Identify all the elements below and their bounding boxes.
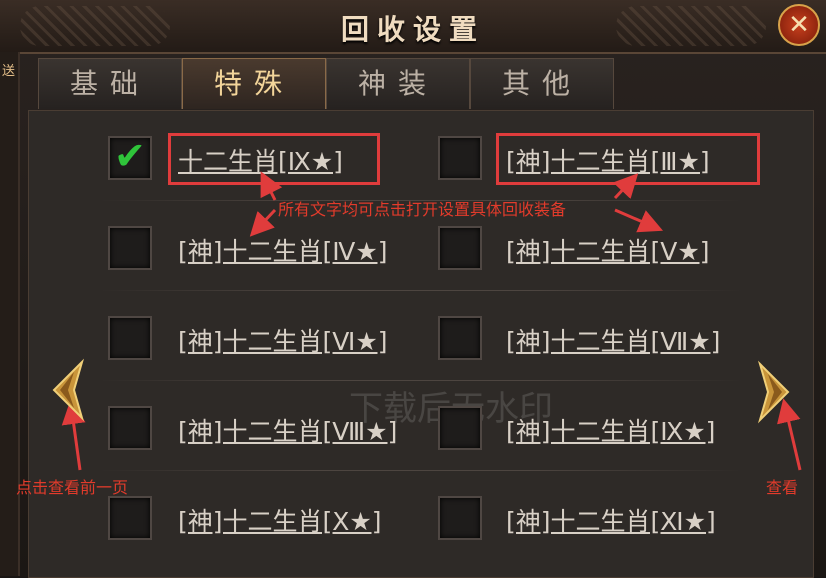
annotation-next-note: 查看 — [766, 478, 799, 497]
prev-page-button[interactable] — [48, 358, 88, 422]
next-page-button[interactable] — [754, 360, 794, 424]
gold-arrow-left-icon — [52, 358, 85, 422]
annotation-prev-note: 点击查看前一页 — [16, 478, 129, 497]
game-window: 回收设置 ✕ 送 基础 特殊 神装 其他 下载后无水印 ✔ 十二生肖[Ⅸ★] [… — [0, 0, 826, 578]
annotation-center-note: 所有文字均可点击打开设置具体回收装备 — [278, 200, 567, 219]
gold-arrow-right-icon — [757, 360, 790, 424]
